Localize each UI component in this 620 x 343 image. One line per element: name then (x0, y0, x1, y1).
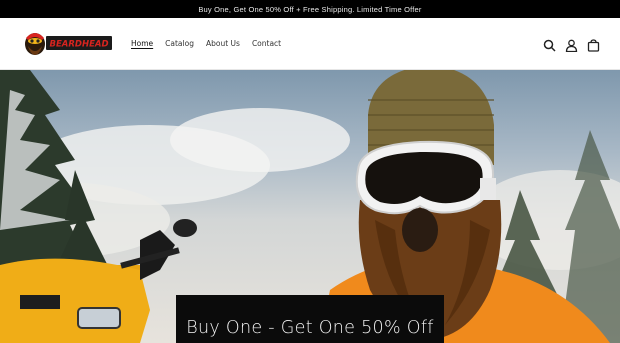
announcement-text: Buy One, Get One 50% Off + Free Shipping… (198, 4, 422, 14)
announcement-bar: Buy One, Get One 50% Off + Free Shipping… (0, 0, 620, 18)
nav-home[interactable]: Home (131, 38, 153, 50)
account-icon[interactable] (565, 37, 578, 53)
site-logo[interactable]: BEARDHEAD (22, 30, 114, 56)
nav-catalog[interactable]: Catalog (165, 38, 194, 50)
header-icons (543, 37, 600, 53)
search-icon[interactable] (543, 37, 556, 52)
logo-wordmark: BEARDHEAD (49, 40, 108, 50)
cart-icon[interactable] (587, 37, 600, 52)
main-nav: Home Catalog About Us Contact (131, 38, 293, 50)
nav-contact[interactable]: Contact (252, 38, 281, 50)
hero-heading: Buy One - Get One 50% Off (186, 318, 434, 338)
site-header: BEARDHEAD Home Catalog About Us Contact (0, 18, 620, 70)
logo-graphic: BEARDHEAD (25, 33, 112, 55)
nav-about-us[interactable]: About Us (206, 38, 240, 50)
